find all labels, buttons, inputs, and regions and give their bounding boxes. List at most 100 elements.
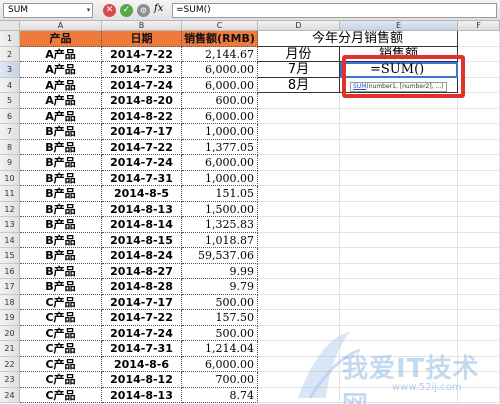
insert-function-button[interactable]: ⚙ <box>137 4 150 17</box>
row-header-5[interactable]: 5 <box>0 93 20 109</box>
cell[interactable] <box>258 357 340 372</box>
cell[interactable] <box>458 310 500 326</box>
table-cell-date[interactable]: 2014-8-6 <box>102 357 182 372</box>
row-header-23[interactable]: 23 <box>0 372 20 388</box>
table-cell-date[interactable]: 2014-7-22 <box>102 140 182 155</box>
function-tooltip[interactable]: SUM(number1, [number2], ...) <box>350 82 447 92</box>
cell[interactable] <box>340 248 458 264</box>
table-cell-amount[interactable]: 6,000.00 <box>182 109 258 124</box>
table-cell-amount[interactable]: 6,000.00 <box>182 62 258 78</box>
cell[interactable] <box>258 264 340 279</box>
cell[interactable] <box>340 264 458 279</box>
table-cell-amount[interactable]: 6,000.00 <box>182 357 258 372</box>
cell[interactable] <box>258 341 340 357</box>
table-cell-product[interactable]: B产品 <box>20 233 102 248</box>
table-cell-date[interactable]: 2014-8-15 <box>102 233 182 248</box>
table-cell-product[interactable]: C产品 <box>20 310 102 326</box>
table-cell-amount[interactable]: 700.00 <box>182 372 258 388</box>
table-cell-amount[interactable]: 59,537.06 <box>182 248 258 264</box>
cell[interactable] <box>340 124 458 140</box>
cell[interactable] <box>258 233 340 248</box>
table-cell-product[interactable]: B产品 <box>20 248 102 264</box>
cell[interactable] <box>340 202 458 217</box>
table-cell-date[interactable]: 2014-7-17 <box>102 295 182 310</box>
table-cell-product[interactable]: C产品 <box>20 326 102 341</box>
month-july[interactable]: 7月 <box>258 62 340 78</box>
cell[interactable] <box>458 140 500 155</box>
table-cell-product[interactable]: A产品 <box>20 93 102 109</box>
cell[interactable] <box>258 202 340 217</box>
table-cell-amount[interactable]: 1,325.83 <box>182 217 258 233</box>
table-cell-amount[interactable]: 1,500.00 <box>182 202 258 217</box>
cell[interactable] <box>458 264 500 279</box>
cell[interactable] <box>458 93 500 109</box>
row-header-22[interactable]: 22 <box>0 357 20 372</box>
row-header-14[interactable]: 14 <box>0 233 20 248</box>
cell[interactable] <box>458 217 500 233</box>
table-cell-amount[interactable]: 9.99 <box>182 264 258 279</box>
table-cell-product[interactable]: B产品 <box>20 202 102 217</box>
cell[interactable] <box>258 186 340 202</box>
row-header-3[interactable]: 3 <box>0 62 20 78</box>
table-cell-product[interactable]: C产品 <box>20 341 102 357</box>
table-cell-date[interactable]: 2014-7-24 <box>102 155 182 171</box>
table-cell-date[interactable]: 2014-7-23 <box>102 62 182 78</box>
column-header-e[interactable]: E <box>340 21 458 31</box>
cell[interactable] <box>258 388 340 403</box>
cell[interactable] <box>340 326 458 341</box>
table-cell-product[interactable]: B产品 <box>20 171 102 186</box>
cell[interactable] <box>258 93 340 109</box>
table-cell-amount[interactable]: 2,144.67 <box>182 47 258 62</box>
cell[interactable] <box>340 372 458 388</box>
cell[interactable] <box>340 155 458 171</box>
cell[interactable] <box>258 310 340 326</box>
fx-icon[interactable]: fx <box>154 3 163 14</box>
table-header-amount[interactable]: 销售额(RMB) <box>182 31 258 47</box>
row-header-19[interactable]: 19 <box>0 310 20 326</box>
table-cell-amount[interactable]: 6,000.00 <box>182 155 258 171</box>
table-cell-date[interactable]: 2014-8-12 <box>102 372 182 388</box>
cell[interactable] <box>340 310 458 326</box>
table-cell-amount[interactable]: 1,377.05 <box>182 140 258 155</box>
cell[interactable] <box>458 248 500 264</box>
cell[interactable] <box>340 109 458 124</box>
row-header-7[interactable]: 7 <box>0 124 20 140</box>
table-cell-date[interactable]: 2014-8-28 <box>102 279 182 295</box>
cell[interactable] <box>340 295 458 310</box>
row-header-10[interactable]: 10 <box>0 171 20 186</box>
select-all-corner[interactable] <box>0 21 20 31</box>
cell[interactable] <box>458 186 500 202</box>
row-header-17[interactable]: 17 <box>0 279 20 295</box>
row-header-9[interactable]: 9 <box>0 155 20 171</box>
cell[interactable] <box>258 124 340 140</box>
cell[interactable] <box>458 31 500 47</box>
table-cell-date[interactable]: 2014-8-22 <box>102 109 182 124</box>
cell[interactable] <box>458 388 500 403</box>
cell[interactable] <box>258 326 340 341</box>
row-header-24[interactable]: 24 <box>0 388 20 403</box>
table-cell-product[interactable]: C产品 <box>20 295 102 310</box>
cell[interactable] <box>340 388 458 403</box>
table-cell-product[interactable]: B产品 <box>20 124 102 140</box>
cell[interactable] <box>340 341 458 357</box>
table-cell-date[interactable]: 2014-7-17 <box>102 124 182 140</box>
table-cell-amount[interactable]: 500.00 <box>182 326 258 341</box>
row-header-15[interactable]: 15 <box>0 248 20 264</box>
month-august[interactable]: 8月 <box>258 78 340 93</box>
column-header-c[interactable]: C <box>182 21 258 31</box>
cell[interactable] <box>258 140 340 155</box>
table-cell-product[interactable]: A产品 <box>20 47 102 62</box>
cell[interactable] <box>458 357 500 372</box>
table-cell-date[interactable]: 2014-8-13 <box>102 202 182 217</box>
cell[interactable] <box>458 202 500 217</box>
row-header-21[interactable]: 21 <box>0 341 20 357</box>
row-header-18[interactable]: 18 <box>0 295 20 310</box>
row-header-11[interactable]: 11 <box>0 186 20 202</box>
cell[interactable] <box>458 295 500 310</box>
cell[interactable] <box>458 233 500 248</box>
table-cell-date[interactable]: 2014-8-20 <box>102 93 182 109</box>
cell[interactable] <box>458 62 500 78</box>
cell[interactable] <box>458 171 500 186</box>
table-cell-amount[interactable]: 1,018.87 <box>182 233 258 248</box>
cell[interactable] <box>458 155 500 171</box>
